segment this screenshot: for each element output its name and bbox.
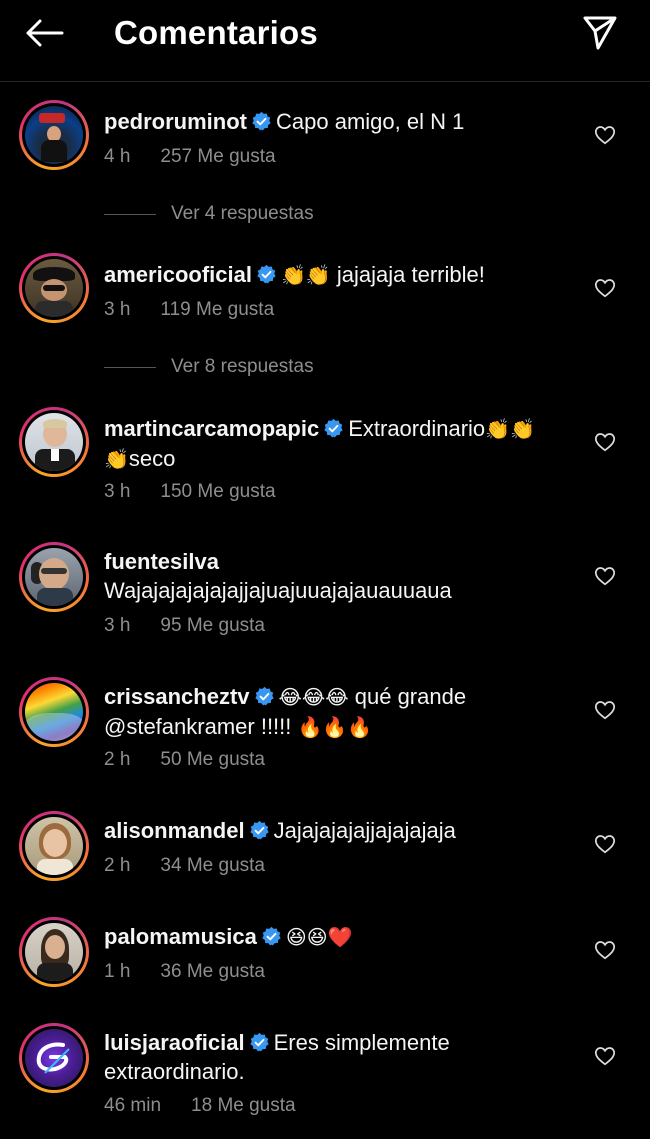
comment-meta: 3 h 95 Me gusta	[104, 615, 295, 637]
send-icon	[583, 16, 617, 50]
header-bar: Comentarios	[0, 0, 650, 82]
view-replies-button[interactable]: Ver 8 respuestas	[104, 355, 314, 379]
fire-emoji: 🔥🔥🔥	[297, 715, 373, 739]
heart-outline-icon[interactable]	[594, 565, 616, 587]
heart-outline-icon[interactable]	[594, 699, 616, 721]
comment-meta: 3 h 119 Me gusta	[104, 299, 304, 321]
comment-text: crissancheztv 😂😂😂 qué grande @stefankrame…	[104, 682, 584, 742]
view-replies-label: Ver 8 respuestas	[171, 356, 314, 377]
comment-likes[interactable]: 95 Me gusta	[160, 615, 265, 636]
comment-time: 3 h	[104, 615, 131, 636]
comment-likes[interactable]: 119 Me gusta	[160, 299, 274, 320]
clapping-emoji: 👏👏	[280, 263, 331, 287]
clapping-emoji: 👏👏	[485, 417, 535, 441]
heart-outline-icon[interactable]	[594, 277, 616, 299]
comment-meta: 4 h 257 Me gusta	[104, 146, 306, 168]
comment-meta: 2 h 50 Me gusta	[104, 749, 295, 771]
comment-text: pedroruminot Capo amigo, el N 1	[104, 107, 584, 136]
comment-username[interactable]: luisjaraoficial	[104, 1030, 245, 1055]
comment-body-continued: seco	[128, 446, 176, 471]
verified-badge-icon	[252, 111, 271, 131]
comment-body: jajajaja terrible!	[330, 262, 485, 287]
comment-time: 4 h	[104, 146, 131, 167]
comment-username[interactable]: alisonmandel	[104, 818, 245, 843]
comment-username[interactable]: crissancheztv	[104, 684, 250, 709]
view-replies-button[interactable]: Ver 4 respuestas	[104, 202, 314, 226]
avatar[interactable]	[19, 542, 89, 612]
avatar[interactable]	[19, 811, 89, 881]
logo-icon	[36, 1042, 70, 1074]
comment-likes[interactable]: 34 Me gusta	[160, 855, 265, 876]
comment-likes[interactable]: 36 Me gusta	[160, 961, 265, 982]
comment-meta: 3 h 150 Me gusta	[104, 481, 306, 503]
comment-time: 3 h	[104, 481, 131, 502]
comment-body: Jajajajajajjajajajaja	[273, 818, 456, 843]
avatar[interactable]	[19, 917, 89, 987]
heart-outline-icon[interactable]	[594, 833, 616, 855]
comment-text: americooficial 👏👏 jajajaja terrible!	[104, 260, 584, 290]
comment-text: martincarcamopapic Extraordinario👏👏 👏seco	[104, 414, 584, 474]
comment-body: Wajajajajajajajjajuajuuajajauauuaua	[104, 578, 452, 603]
verified-badge-icon	[262, 926, 281, 946]
comment-time: 2 h	[104, 855, 131, 876]
laughing-emoji: 😂😂😂	[278, 685, 349, 709]
comment-body: Capo amigo, el N 1	[276, 109, 465, 134]
comment-text: palomamusica 😆😆❤️	[104, 922, 584, 952]
verified-badge-icon	[324, 418, 343, 438]
laughing-heart-emoji: 😆😆❤️	[285, 925, 353, 949]
avatar[interactable]	[19, 253, 89, 323]
replies-divider	[104, 366, 156, 368]
comment-likes[interactable]: 18 Me gusta	[191, 1095, 296, 1116]
comment-likes[interactable]: 257 Me gusta	[160, 146, 275, 167]
verified-badge-icon	[249, 820, 269, 840]
heart-outline-icon[interactable]	[594, 939, 616, 961]
avatar[interactable]	[19, 407, 89, 477]
arrow-left-icon	[26, 19, 64, 47]
comment-time: 1 h	[104, 961, 131, 982]
view-replies-label: Ver 4 respuestas	[171, 203, 314, 224]
comment-text: alisonmandel Jajajajajajjajajajaja	[104, 816, 584, 845]
page-title: Comentarios	[114, 14, 318, 51]
comment-meta: 2 h 34 Me gusta	[104, 855, 295, 877]
comment-meta: 1 h 36 Me gusta	[104, 961, 295, 983]
verified-badge-icon	[257, 264, 276, 284]
verified-badge-icon	[254, 686, 274, 706]
comment-username[interactable]: palomamusica	[104, 924, 257, 949]
verified-badge-icon	[249, 1032, 269, 1052]
comment-username[interactable]: martincarcamopapic	[104, 416, 319, 441]
comment-body: Extraordinario	[348, 416, 486, 441]
comment-text: fuentesilva Wajajajajajajajjajuajuuajajau…	[104, 547, 584, 605]
comment-time: 46 min	[104, 1095, 162, 1116]
back-button[interactable]	[22, 14, 66, 52]
comment-likes[interactable]: 50 Me gusta	[160, 749, 265, 770]
avatar[interactable]	[19, 677, 89, 747]
comment-username[interactable]: americooficial	[104, 262, 252, 287]
comment-text: luisjaraoficial Eres simplemente extraord…	[104, 1028, 584, 1086]
comment-username[interactable]: pedroruminot	[104, 109, 247, 134]
heart-outline-icon[interactable]	[594, 124, 616, 146]
clapping-emoji: 👏	[104, 447, 129, 471]
heart-outline-icon[interactable]	[594, 431, 616, 453]
avatar[interactable]	[19, 1023, 89, 1093]
comment-username[interactable]: fuentesilva	[104, 549, 219, 574]
comment-time: 3 h	[104, 299, 131, 320]
comment-likes[interactable]: 150 Me gusta	[160, 481, 275, 502]
share-button[interactable]	[580, 12, 620, 52]
comment-meta: 46 min 18 Me gusta	[104, 1095, 326, 1117]
heart-outline-icon[interactable]	[594, 1045, 616, 1067]
comment-time: 2 h	[104, 749, 131, 770]
replies-divider	[104, 213, 156, 215]
avatar[interactable]	[19, 100, 89, 170]
